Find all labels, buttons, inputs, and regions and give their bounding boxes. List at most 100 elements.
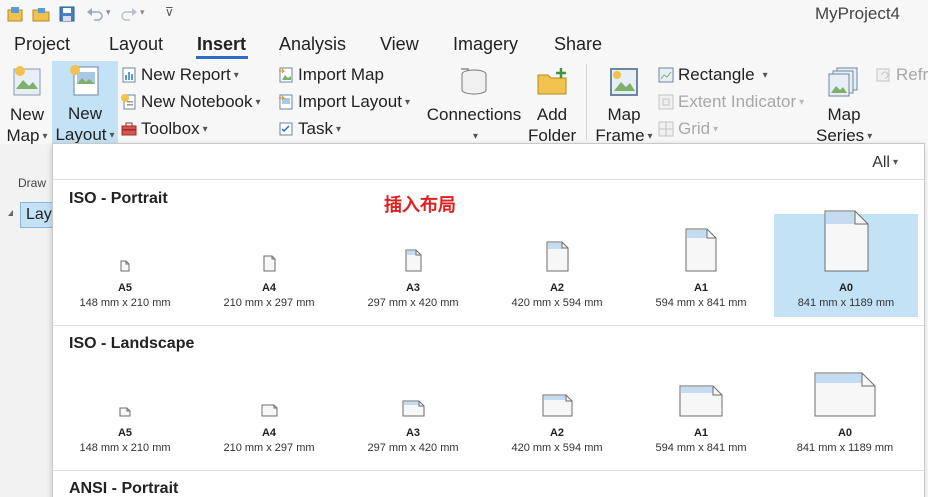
open-folder-icon[interactable] xyxy=(32,5,50,23)
rectangle-button[interactable]: Rectangle ▾ xyxy=(658,64,768,86)
new-map-button[interactable]: New Map ▾ xyxy=(2,62,52,145)
new-layout-button[interactable]: New Layout ▾ xyxy=(52,61,118,144)
page-icon xyxy=(261,404,277,417)
template-size: 841 mm x 1189 mm xyxy=(797,297,895,309)
layout-template-a5-landscape[interactable]: A5 148 mm x 210 mm xyxy=(53,359,197,462)
tab-layout[interactable]: Layout xyxy=(109,34,163,55)
layout-template-a0-landscape[interactable]: A0 841 mm x 1189 mm xyxy=(773,359,917,462)
quick-access-toolbar: ▾ ▾ ⊽ MyProject4 xyxy=(0,0,928,30)
tab-analysis[interactable]: Analysis xyxy=(279,34,346,55)
tab-view[interactable]: View xyxy=(380,34,419,55)
tab-project[interactable]: Project xyxy=(14,34,70,55)
database-connection-icon xyxy=(461,68,487,95)
template-size: 148 mm x 210 mm xyxy=(79,297,171,309)
layout-template-a4-landscape[interactable]: A4 210 mm x 297 mm xyxy=(197,359,341,462)
undo-dropdown-icon[interactable]: ▾ xyxy=(106,7,111,18)
task-button[interactable]: Task ▾ xyxy=(278,118,341,140)
layout-template-a2-portrait[interactable]: A2 420 mm x 594 mm xyxy=(485,214,629,317)
new-report-label: New Report xyxy=(141,65,231,84)
new-layout-icon xyxy=(70,65,99,96)
undo-icon[interactable] xyxy=(86,5,104,23)
expand-triangle-icon[interactable] xyxy=(8,210,13,216)
import-layout-button[interactable]: Import Layout ▾ xyxy=(278,91,410,113)
page-icon xyxy=(405,249,421,272)
new-project-icon[interactable] xyxy=(6,5,24,23)
template-name: A1 xyxy=(693,282,709,294)
template-size: 210 mm x 297 mm xyxy=(223,297,315,309)
chevron-down-icon: ▾ xyxy=(202,124,208,135)
add-folder-button[interactable]: Add Folder xyxy=(528,62,576,145)
new-layout-gallery: All ▾ ISO - Portrait 插入布局 A5 148 mm x 210 … xyxy=(52,143,925,497)
tab-share[interactable]: Share xyxy=(554,34,602,55)
template-name: A4 xyxy=(261,282,277,294)
layout-template-a3-landscape[interactable]: A3 297 mm x 420 mm xyxy=(341,359,485,462)
template-name: A3 xyxy=(405,282,421,294)
grid-label: Grid xyxy=(678,119,711,138)
connections-label: Connections xyxy=(426,105,522,124)
save-icon[interactable] xyxy=(58,5,76,23)
connections-button[interactable]: Connections ▾ xyxy=(424,62,524,142)
layout-tree-item[interactable]: Lay xyxy=(20,202,56,228)
chevron-down-icon: ▾ xyxy=(713,124,719,135)
page-icon xyxy=(685,228,717,272)
layout-template-a2-landscape[interactable]: A2 420 mm x 594 mm xyxy=(485,359,629,462)
redo-icon[interactable] xyxy=(120,5,138,23)
import-map-button[interactable]: Import Map xyxy=(278,64,384,86)
new-notebook-button[interactable]: New Notebook ▾ xyxy=(121,91,261,113)
extent-indicator-button: Extent Indicator ▾ xyxy=(658,91,804,113)
layout-template-a4-portrait[interactable]: A4 210 mm x 297 mm xyxy=(197,214,341,317)
tab-imagery[interactable]: Imagery xyxy=(453,34,518,55)
page-icon xyxy=(814,372,876,417)
new-map-label-2: Map xyxy=(6,126,40,145)
layout-template-a5-portrait[interactable]: A5 148 mm x 210 mm xyxy=(53,214,197,317)
template-name: A2 xyxy=(549,282,565,294)
add-folder-label-1: Add xyxy=(536,105,568,124)
refresh-label: Refr xyxy=(896,65,928,84)
page-icon xyxy=(824,210,868,272)
chevron-down-icon: ▾ xyxy=(799,97,805,108)
chevron-down-icon: ▾ xyxy=(892,157,898,168)
chevron-down-icon: ▾ xyxy=(109,130,115,141)
map-series-button[interactable]: Map Series ▾ xyxy=(816,62,872,145)
import-map-label: Import Map xyxy=(298,65,384,84)
report-icon xyxy=(122,67,136,83)
section-title-ansi-portrait: ANSI - Portrait xyxy=(69,480,179,497)
toolbox-button[interactable]: Toolbox ▾ xyxy=(121,118,208,140)
rectangle-icon xyxy=(658,67,674,83)
chevron-down-icon: ▾ xyxy=(233,70,239,81)
import-layout-icon xyxy=(279,94,293,110)
gallery-filter-label: All xyxy=(872,154,890,171)
page-icon xyxy=(120,260,130,272)
task-icon xyxy=(279,122,293,136)
template-size: 148 mm x 210 mm xyxy=(79,442,171,454)
map-frame-label-1: Map xyxy=(607,105,641,124)
map-series-label-1: Map xyxy=(827,105,861,124)
refresh-icon xyxy=(876,68,890,82)
ribbon-tabs: Project Layout Insert Analysis View Imag… xyxy=(0,30,928,60)
layout-template-a3-portrait[interactable]: A3 297 mm x 420 mm xyxy=(341,214,485,317)
page-icon xyxy=(263,255,275,272)
template-name: A2 xyxy=(549,427,565,439)
map-frame-button[interactable]: Map Frame ▾ xyxy=(594,62,654,145)
layout-template-a1-landscape[interactable]: A1 594 mm x 841 mm xyxy=(629,359,773,462)
gallery-divider xyxy=(53,179,924,180)
task-label: Task xyxy=(298,119,333,138)
customize-qat-icon[interactable]: ⊽ xyxy=(165,5,174,19)
template-name: A5 xyxy=(117,282,133,294)
layout-template-a1-portrait[interactable]: A1 594 mm x 841 mm xyxy=(629,214,773,317)
template-size: 420 mm x 594 mm xyxy=(511,297,603,309)
tab-insert[interactable]: Insert xyxy=(197,34,246,55)
page-icon xyxy=(402,400,424,417)
chevron-down-icon: ▾ xyxy=(255,97,261,108)
redo-dropdown-icon[interactable]: ▾ xyxy=(140,7,145,18)
extent-indicator-label: Extent Indicator xyxy=(678,92,797,111)
chevron-down-icon: ▾ xyxy=(647,131,653,142)
new-layout-label-2: Layout xyxy=(55,125,107,144)
new-layout-label-1: New xyxy=(67,104,102,123)
gallery-filter-dropdown[interactable]: All ▾ xyxy=(872,154,898,172)
new-report-button[interactable]: New Report ▾ xyxy=(121,64,239,86)
layout-template-a0-portrait[interactable]: A0 841 mm x 1189 mm xyxy=(774,210,918,317)
template-name: A4 xyxy=(261,427,277,439)
new-map-label-1: New xyxy=(9,105,44,124)
gallery-divider xyxy=(53,325,924,326)
